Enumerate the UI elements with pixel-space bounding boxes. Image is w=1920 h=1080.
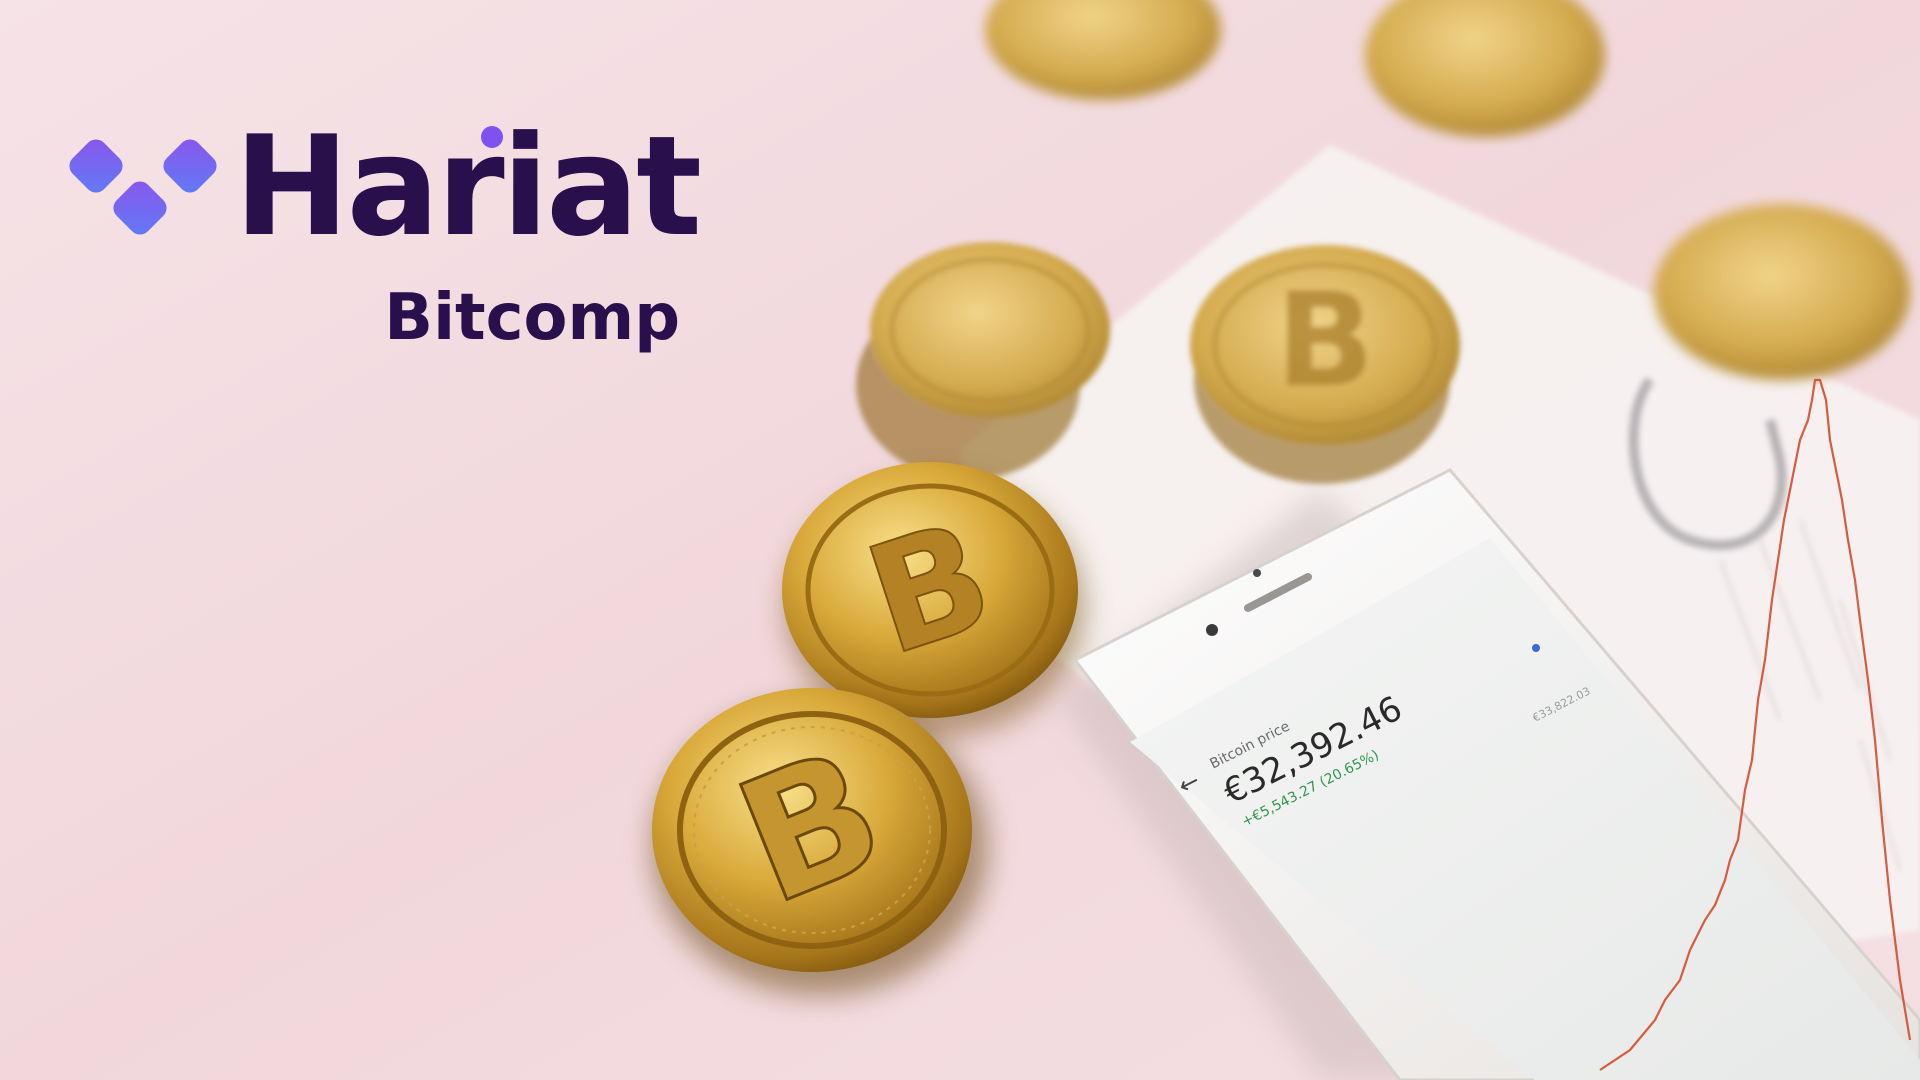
hariat-logo-icon (68, 138, 220, 262)
brand-name: Hariat (234, 106, 702, 267)
product-name: Bitcomp (384, 281, 680, 355)
brand-accent-dot (481, 126, 503, 148)
svg-text:B: B (1275, 264, 1374, 416)
brand-lockup: Hariat Bitcomp (68, 118, 702, 378)
